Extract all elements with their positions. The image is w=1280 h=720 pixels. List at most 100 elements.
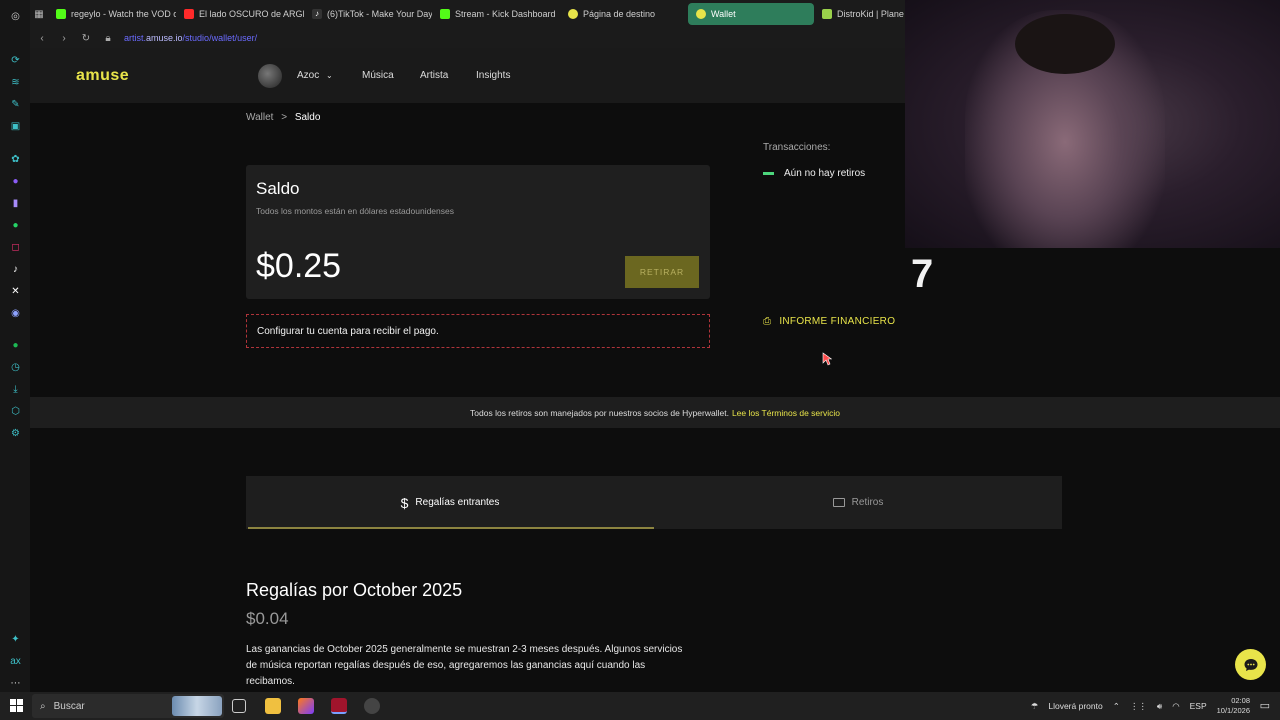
download-icon[interactable]: ⤓ <box>9 383 22 396</box>
discord-icon[interactable]: ◉ <box>9 307 22 320</box>
ax-icon[interactable]: ax <box>9 655 22 668</box>
chatgpt-icon[interactable]: ✿ <box>9 153 22 166</box>
avatar[interactable] <box>258 64 282 88</box>
browser-tab-bar: ▦ regeylo - Watch the VOD o El lado OSCU… <box>30 0 905 28</box>
url-path: /studio/wallet/user/ <box>182 33 258 43</box>
tiktok-favicon-icon: ♪ <box>312 9 322 19</box>
stack-icon[interactable]: ≋ <box>9 76 22 89</box>
language-indicator[interactable]: ESP <box>1190 701 1207 711</box>
obs-taskbar-icon[interactable] <box>364 698 380 714</box>
chevron-down-icon: ⌄ <box>326 71 333 80</box>
tray-apps-icon[interactable]: ⋮⋮ <box>1130 701 1147 712</box>
address-bar: ‹ › ↻ 🔒︎ artist.amuse.io/studio/wallet/u… <box>30 28 905 48</box>
windows-start-icon[interactable] <box>10 699 23 712</box>
amuse-logo[interactable]: amuse <box>76 67 129 85</box>
royalties-description: Las ganancias de October 2025 generalmen… <box>246 644 683 687</box>
browser-tab-1[interactable]: El lado OSCURO de ARGE <box>176 3 304 25</box>
streamer-hair <box>1015 14 1115 74</box>
browser-tab-2[interactable]: ♪ (6)TikTok - Make Your Day <box>304 3 432 25</box>
transactions-empty: Aún no hay retiros <box>763 168 865 179</box>
transactions-empty-text: Aún no hay retiros <box>784 168 866 179</box>
wifi-icon[interactable]: ◠ <box>1172 701 1179 712</box>
history-icon[interactable]: ◷ <box>9 361 22 374</box>
nav-insights[interactable]: Insights <box>476 70 510 81</box>
instagram-icon[interactable]: ◻ <box>9 241 22 254</box>
whatsapp-icon[interactable]: ● <box>9 219 22 232</box>
pen-icon[interactable]: ✎ <box>9 98 22 111</box>
hyperwallet-bar: Todos los retiros son manejados por nues… <box>30 397 1280 428</box>
chat-bubble-icon <box>1244 658 1257 671</box>
youtube-favicon-icon <box>184 9 194 19</box>
status-dash-icon <box>763 172 774 175</box>
balance-amount: $0.25 <box>256 247 342 285</box>
tab-label: (6)TikTok - Make Your Day <box>327 9 432 19</box>
file-explorer-icon[interactable] <box>265 698 281 714</box>
financial-report-link[interactable]: ⎙ INFORME FINANCIERO <box>763 316 895 327</box>
spotify-icon[interactable]: ● <box>9 339 22 352</box>
browser-tab-0[interactable]: regeylo - Watch the VOD o <box>48 3 176 25</box>
browser-logo-icon[interactable]: ◎ <box>9 10 22 23</box>
transactions-label: Transacciones: <box>763 142 831 153</box>
back-icon[interactable]: ‹ <box>36 33 48 44</box>
tray-chevron-icon[interactable]: ⌃ <box>1113 701 1120 712</box>
tab-incoming-royalties[interactable]: $ Regalías entrantes <box>246 476 654 529</box>
taskbar-search[interactable]: ⌕ Buscar <box>32 694 224 718</box>
clock[interactable]: 02:08 10/1/2026 <box>1217 696 1250 716</box>
tab-label: Página de destino <box>583 9 656 19</box>
mouse-cursor-icon <box>822 352 832 366</box>
refresh-sidebar-icon[interactable]: ⟳ <box>9 54 22 67</box>
taskbar: ⌕ Buscar ☂ Lloverá pronto ⌃ ⋮⋮ 🔊︎ ◠ ESP … <box>0 692 1280 720</box>
settings-icon[interactable]: ⚙ <box>9 427 22 440</box>
tab-label: El lado OSCURO de ARGE <box>199 9 304 19</box>
setup-payment-notice[interactable]: Configurar tu cuenta para recibir el pag… <box>246 314 710 348</box>
clock-time: 02:08 <box>1231 696 1250 705</box>
reload-icon[interactable]: ↻ <box>80 33 92 44</box>
browser-tab-3[interactable]: Stream - Kick Dashboard <box>432 3 560 25</box>
nav-musica[interactable]: Música <box>362 70 394 81</box>
task-view-icon[interactable] <box>232 699 246 713</box>
balance-subtitle: Todos los montos están en dólares estado… <box>256 206 454 216</box>
url-field[interactable]: artist.amuse.io/studio/wallet/user/ <box>124 33 257 43</box>
extensions-icon[interactable]: ⬡ <box>9 405 22 418</box>
amuse-favicon-icon <box>568 9 578 19</box>
twitch-icon[interactable]: ▮ <box>9 197 22 210</box>
app-icon[interactable]: ● <box>9 175 22 188</box>
nav-artista[interactable]: Artista <box>420 70 448 81</box>
tab-grid-icon[interactable]: ▦ <box>30 3 48 25</box>
app-taskbar-icon[interactable] <box>298 698 314 714</box>
browser-tab-active[interactable]: Wallet <box>688 3 814 25</box>
breadcrumb: Wallet > Saldo <box>246 112 320 123</box>
balance-title: Saldo <box>256 179 300 198</box>
forward-icon[interactable]: › <box>58 33 70 44</box>
opera-taskbar-icon[interactable] <box>331 698 347 714</box>
withdraw-button[interactable]: RETIRAR <box>625 256 699 288</box>
volume-icon[interactable]: 🔊︎ <box>1157 701 1162 712</box>
tab-withdrawals[interactable]: Retiros <box>654 476 1062 529</box>
tab-label: Wallet <box>711 9 736 19</box>
terms-link[interactable]: Lee los Términos de servicio <box>732 408 840 418</box>
x-icon[interactable]: ✕ <box>9 285 22 298</box>
distrokid-favicon-icon <box>822 9 832 19</box>
system-tray: ☂ Lloverá pronto ⌃ ⋮⋮ 🔊︎ ◠ ESP 02:08 10/… <box>1031 692 1250 720</box>
browser-tab-6[interactable]: DistroKid | Plane <box>814 3 905 25</box>
kick-favicon-icon <box>440 9 450 19</box>
amuse-favicon-icon <box>696 9 706 19</box>
chat-button[interactable] <box>1235 649 1266 680</box>
tiktok-icon[interactable]: ♪ <box>9 263 22 276</box>
notifications-icon[interactable]: ▭ <box>1260 699 1270 712</box>
document-icon: ⎙ <box>763 316 772 327</box>
lock-icon: 🔒︎ <box>105 32 111 44</box>
user-menu[interactable]: Azoc ⌄ <box>297 70 333 81</box>
breadcrumb-wallet[interactable]: Wallet <box>246 112 273 123</box>
url-prefix: artist. <box>124 33 147 43</box>
royalties-title: Regalías por October 2025 <box>246 580 463 600</box>
browser-tab-4[interactable]: Página de destino <box>560 3 688 25</box>
dollar-icon: $ <box>400 494 409 511</box>
more-icon[interactable]: ⋯ <box>9 677 22 690</box>
weather-text[interactable]: Lloverá pronto <box>1048 701 1102 711</box>
tab-label: DistroKid | Plane <box>837 9 904 19</box>
taskbar-search-label: Buscar <box>53 700 85 712</box>
notes-icon[interactable]: ▣ <box>9 120 22 133</box>
clock-date: 10/1/2026 <box>1216 706 1250 715</box>
pin-icon[interactable]: ✦ <box>9 633 22 646</box>
